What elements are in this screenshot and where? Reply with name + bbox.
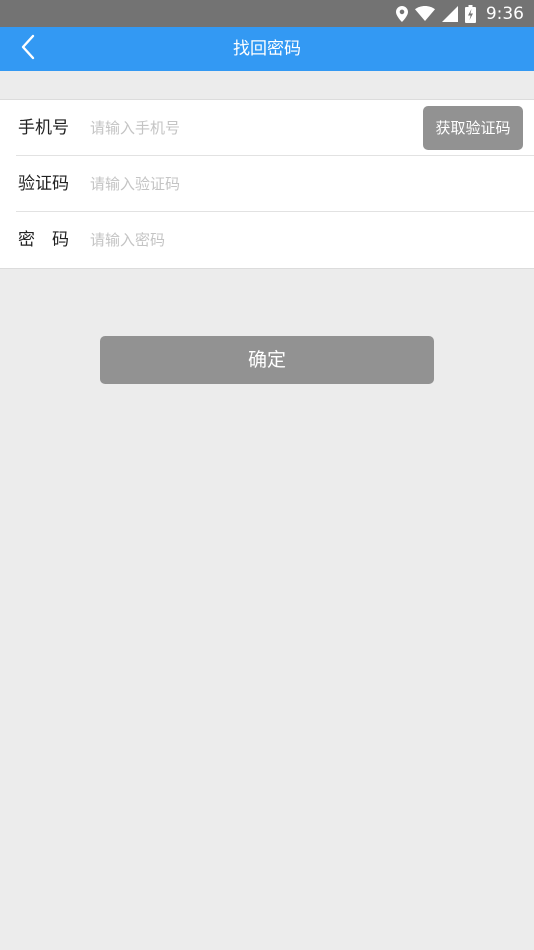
password-label: 密码 [18, 230, 86, 250]
app-bar: 找回密码 [0, 27, 534, 71]
wifi-icon [414, 6, 435, 21]
form-card: 手机号 获取验证码 验证码 密码 [0, 99, 534, 269]
get-code-button[interactable]: 获取验证码 [423, 106, 523, 150]
password-input[interactable] [90, 226, 510, 254]
status-bar: 9:36 [0, 0, 534, 27]
phone-input[interactable] [90, 114, 410, 142]
battery-charging-icon [464, 4, 476, 23]
code-label: 验证码 [18, 174, 69, 194]
back-button[interactable] [0, 27, 56, 71]
code-input[interactable] [90, 170, 510, 198]
page-title: 找回密码 [233, 39, 301, 59]
chevron-left-icon [20, 34, 36, 64]
phone-label: 手机号 [18, 118, 69, 138]
code-row: 验证码 [0, 156, 534, 212]
password-row: 密码 [0, 212, 534, 268]
confirm-button[interactable]: 确定 [100, 336, 434, 384]
status-time: 9:36 [485, 3, 524, 24]
cell-signal-icon [441, 5, 458, 22]
status-icons: 9:36 [395, 0, 524, 27]
phone-row: 手机号 获取验证码 [0, 100, 534, 156]
location-icon [395, 5, 408, 22]
